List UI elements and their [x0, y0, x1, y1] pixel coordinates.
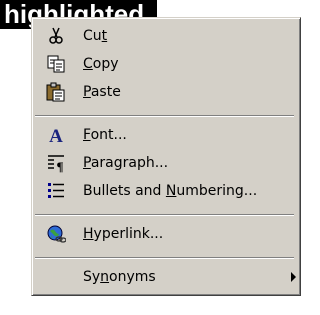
paste-icon	[45, 81, 67, 103]
menu-item-copy[interactable]: Copy	[34, 50, 296, 78]
scissors-icon	[45, 25, 67, 47]
menu-item-label: Synonyms	[83, 269, 156, 285]
copy-icon	[45, 53, 67, 75]
paragraph-icon: ¶	[45, 152, 67, 174]
hyperlink-icon	[45, 223, 67, 245]
bullets-icon	[45, 180, 67, 202]
menu-item-label: Copy	[83, 56, 119, 72]
menu-item-hyperlink[interactable]: Hyperlink...	[34, 220, 296, 248]
menu-item-font[interactable]: A Font...	[34, 121, 296, 149]
menu-item-paragraph[interactable]: ¶ Paragraph...	[34, 149, 296, 177]
menu-item-label: Cut	[83, 28, 108, 44]
menu-separator	[35, 257, 294, 259]
menu-item-label: Paragraph...	[83, 155, 169, 171]
font-icon: A	[45, 124, 67, 146]
menu-separator	[35, 115, 294, 117]
menu-item-bullets-numbering[interactable]: Bullets and Numbering...	[34, 177, 296, 205]
menu-item-paste[interactable]: Paste	[34, 78, 296, 106]
svg-text:A: A	[49, 126, 63, 145]
menu-item-cut[interactable]: Cut	[34, 22, 296, 50]
submenu-arrow-icon	[291, 272, 296, 282]
context-menu: Cut Copy Paste A Font... ¶ Paragraph... …	[31, 17, 301, 296]
menu-item-label: Paste	[83, 84, 121, 100]
menu-item-label: Font...	[83, 127, 127, 143]
menu-item-label: Hyperlink...	[83, 226, 164, 242]
menu-separator	[35, 214, 294, 216]
menu-item-label: Bullets and Numbering...	[83, 183, 258, 199]
menu-item-synonyms[interactable]: Synonyms	[34, 263, 296, 291]
svg-text:¶: ¶	[56, 159, 63, 173]
